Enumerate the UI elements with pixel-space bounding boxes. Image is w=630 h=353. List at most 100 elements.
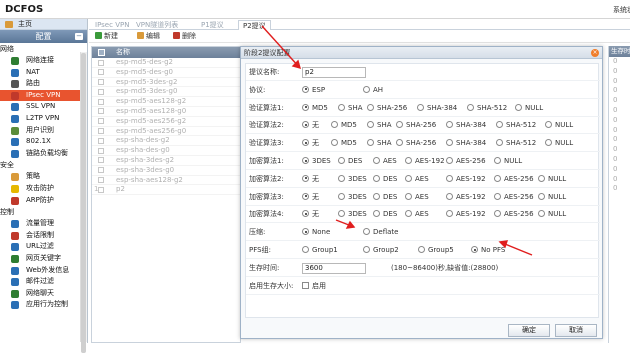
radio-button[interactable] <box>373 174 380 182</box>
sidebar-item[interactable]: 会话限制 <box>0 230 87 242</box>
radio-button[interactable] <box>338 174 345 182</box>
radio-option[interactable]: SHA-512 <box>496 135 536 152</box>
table-row[interactable]: esp-sha-aes128-g2 <box>92 176 240 186</box>
radio-option[interactable]: 3DES <box>338 171 367 188</box>
table-row[interactable]: 1 p2 <box>92 185 240 196</box>
radio-option[interactable]: NULL <box>545 135 573 152</box>
enable-lifesize-checkbox[interactable]: 启用 <box>302 278 326 295</box>
radio-option[interactable]: 无 <box>302 117 319 134</box>
sidebar-item[interactable]: 攻击防护 <box>0 183 87 195</box>
radio-option[interactable]: SHA-256 <box>396 117 436 134</box>
radio-button[interactable] <box>446 174 453 182</box>
radio-button[interactable] <box>496 121 503 129</box>
radio-option[interactable]: DES <box>373 189 397 206</box>
radio-option[interactable]: Group2 <box>363 242 399 259</box>
radio-button[interactable] <box>446 210 453 218</box>
radio-button[interactable] <box>446 139 453 147</box>
table-row[interactable]: esp-md5-aes256-g0 <box>92 127 240 137</box>
table-row[interactable]: esp-sha-3des-g2 <box>92 156 240 166</box>
row-checkbox[interactable] <box>98 147 104 154</box>
sidebar-item[interactable]: 流量管理 <box>0 218 87 230</box>
radio-option[interactable]: SHA <box>367 117 392 134</box>
radio-button[interactable] <box>396 139 403 147</box>
sidebar-item[interactable]: 网络连接 <box>0 55 87 67</box>
radio-button[interactable] <box>446 192 453 200</box>
radio-button[interactable] <box>494 210 501 218</box>
radio-option[interactable]: AES-256 <box>494 171 534 188</box>
radio-option[interactable]: SHA-256 <box>396 135 436 152</box>
radio-button[interactable] <box>496 139 503 147</box>
radio-option[interactable]: AES-192 <box>446 206 486 223</box>
sidebar-item[interactable]: IPsec VPN <box>0 89 87 102</box>
radio-option[interactable]: 3DES <box>338 206 367 223</box>
radio-option[interactable]: SHA <box>338 100 363 117</box>
radio-option[interactable]: None <box>302 224 330 241</box>
row-checkbox[interactable] <box>98 137 104 144</box>
radio-option[interactable]: NULL <box>538 189 566 206</box>
tab-p2-proposal[interactable]: P2提议 <box>238 20 271 30</box>
cancel-button[interactable]: 取消 <box>555 324 597 337</box>
sidebar-item[interactable]: NAT <box>0 67 87 79</box>
radio-option[interactable]: SHA-384 <box>446 135 486 152</box>
radio-option[interactable]: 3DES <box>302 153 331 170</box>
radio-button[interactable] <box>373 157 380 164</box>
radio-button[interactable] <box>396 121 403 129</box>
select-all-checkbox[interactable] <box>98 49 105 56</box>
radio-button[interactable] <box>373 192 380 200</box>
sidebar-scroll-thumb[interactable] <box>81 53 86 353</box>
sidebar-item[interactable]: 802.1X <box>0 136 87 148</box>
radio-option[interactable]: SHA-256 <box>367 100 407 117</box>
row-checkbox[interactable] <box>98 69 104 76</box>
table-row[interactable]: esp-md5-des-g0 <box>92 68 240 78</box>
radio-option[interactable]: 无 <box>302 206 319 223</box>
row-checkbox[interactable] <box>98 108 104 115</box>
row-checkbox[interactable] <box>98 177 104 184</box>
collapse-icon[interactable]: − <box>75 33 83 40</box>
sidebar-item[interactable]: 策略 <box>0 171 87 183</box>
radio-button[interactable] <box>302 103 309 111</box>
sidebar-item[interactable]: 网页关键字 <box>0 253 87 265</box>
radio-button[interactable] <box>302 228 309 236</box>
sidebar-item[interactable]: 应用行为控制 <box>0 299 87 311</box>
radio-button[interactable] <box>405 157 412 164</box>
system-status-link[interactable]: 系统状 <box>613 5 630 15</box>
radio-button[interactable] <box>331 139 338 147</box>
sidebar-item[interactable]: 链路负载均衡 <box>0 148 87 160</box>
table-row[interactable]: esp-sha-des-g0 <box>92 146 240 156</box>
radio-button[interactable] <box>363 246 370 253</box>
proposal-name-input[interactable]: p2 <box>302 67 366 78</box>
radio-option[interactable]: Deflate <box>363 224 398 241</box>
radio-option[interactable]: SHA <box>367 135 392 152</box>
sidebar-item[interactable]: 用户识别 <box>0 125 87 137</box>
radio-button[interactable] <box>302 210 309 218</box>
radio-button[interactable] <box>418 246 425 253</box>
table-row[interactable]: esp-sha-3des-g0 <box>92 166 240 176</box>
radio-button[interactable] <box>515 103 522 111</box>
radio-button[interactable] <box>338 157 345 164</box>
radio-button[interactable] <box>467 103 474 111</box>
radio-option[interactable]: DES <box>373 206 397 223</box>
radio-button[interactable] <box>302 85 309 93</box>
row-checkbox[interactable] <box>98 186 104 193</box>
radio-button[interactable] <box>545 139 552 147</box>
radio-button[interactable] <box>302 121 309 129</box>
radio-button[interactable] <box>446 157 453 164</box>
radio-option[interactable]: Group1 <box>302 242 338 259</box>
radio-button[interactable] <box>494 192 501 200</box>
checkbox-box[interactable] <box>302 281 309 289</box>
radio-option[interactable]: AES <box>405 171 429 188</box>
radio-option[interactable]: ESP <box>302 82 325 99</box>
table-row[interactable]: esp-md5-des-g2 <box>92 58 240 68</box>
table-row[interactable]: esp-md5-3des-g0 <box>92 87 240 98</box>
radio-option[interactable]: NULL <box>515 100 543 117</box>
row-checkbox[interactable] <box>98 88 104 95</box>
radio-option[interactable]: 无 <box>302 189 319 206</box>
radio-option[interactable]: 无 <box>302 171 319 188</box>
radio-option[interactable]: NULL <box>538 206 566 223</box>
radio-option[interactable]: AH <box>363 82 383 99</box>
sidebar-item[interactable]: 邮件过滤 <box>0 276 87 288</box>
radio-button[interactable] <box>538 192 545 200</box>
row-checkbox[interactable] <box>98 79 104 86</box>
sidebar-item[interactable]: ARP防护 <box>0 195 87 207</box>
sidebar-item[interactable]: 路由 <box>0 78 87 90</box>
